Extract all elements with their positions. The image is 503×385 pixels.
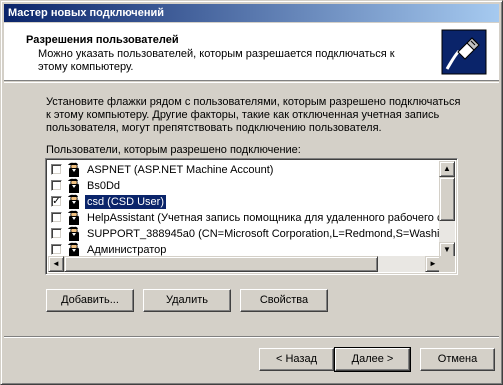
user-checkbox[interactable] <box>51 244 62 255</box>
scroll-left-button[interactable]: ◄ <box>48 256 64 272</box>
user-icon <box>66 194 82 210</box>
user-checkbox[interactable] <box>51 212 62 223</box>
user-list-item[interactable]: HelpAssistant (Учетная запись помощника … <box>48 210 441 226</box>
user-list-item[interactable]: SUPPORT_388945a0 (CN=Microsoft Corporati… <box>48 226 441 242</box>
wizard-header: Разрешения пользователей Можно указать п… <box>4 23 499 81</box>
horizontal-scroll-thumb[interactable] <box>64 256 378 272</box>
user-name-label: ASPNET (ASP.NET Machine Account) <box>87 164 274 176</box>
user-list-item[interactable]: Bs0Dd <box>48 178 441 194</box>
user-list-item[interactable]: ASPNET (ASP.NET Machine Account) <box>48 162 441 178</box>
header-title: Разрешения пользователей <box>26 34 179 46</box>
wizard-window: Мастер новых подключений Разрешения поль… <box>0 0 503 385</box>
user-name-label: HelpAssistant (Учетная запись помощника … <box>87 212 441 224</box>
user-name-label: csd (CSD User) <box>85 195 167 209</box>
user-icon <box>66 162 82 178</box>
cancel-button[interactable]: Отмена <box>420 348 495 371</box>
users-listbox[interactable]: ASPNET (ASP.NET Machine Account) Bs0Dd ✓ cs… <box>45 158 458 275</box>
back-button[interactable]: < Назад <box>259 348 334 371</box>
horizontal-scrollbar[interactable]: ◄ ► <box>48 256 441 272</box>
users-list-rows: ASPNET (ASP.NET Machine Account) Bs0Dd ✓ cs… <box>48 161 441 260</box>
user-icon <box>66 226 82 242</box>
description-text: Установите флажки рядом с пользователями… <box>46 96 461 134</box>
users-list-label: Пользователи, которым разрешено подключе… <box>46 144 301 156</box>
user-checkbox[interactable] <box>51 228 62 239</box>
user-checkbox[interactable] <box>51 164 62 175</box>
properties-button[interactable]: Свойства <box>240 289 328 312</box>
user-name-label: Bs0Dd <box>87 180 121 192</box>
user-icon <box>66 210 82 226</box>
scroll-up-button[interactable]: ▲ <box>439 161 455 177</box>
add-user-button[interactable]: Добавить... <box>46 289 134 312</box>
user-checkbox[interactable] <box>51 180 62 191</box>
network-cable-icon <box>441 29 487 75</box>
header-subtitle: Можно указать пользователей, которым раз… <box>38 48 395 73</box>
vertical-scroll-thumb[interactable] <box>439 177 455 221</box>
footer-separator <box>4 336 499 338</box>
user-list-item[interactable]: ✓ csd (CSD User) <box>48 194 441 210</box>
user-icon <box>66 178 82 194</box>
next-button[interactable]: Далее > <box>334 347 411 372</box>
user-checkbox[interactable]: ✓ <box>51 196 62 207</box>
user-name-label: SUPPORT_388945a0 (CN=Microsoft Corporati… <box>87 228 441 240</box>
user-name-label: Администратор <box>87 244 167 256</box>
remove-user-button[interactable]: Удалить <box>143 289 231 312</box>
vertical-scrollbar[interactable]: ▲ ▼ <box>439 161 455 258</box>
window-title: Мастер новых подключений <box>4 4 499 22</box>
